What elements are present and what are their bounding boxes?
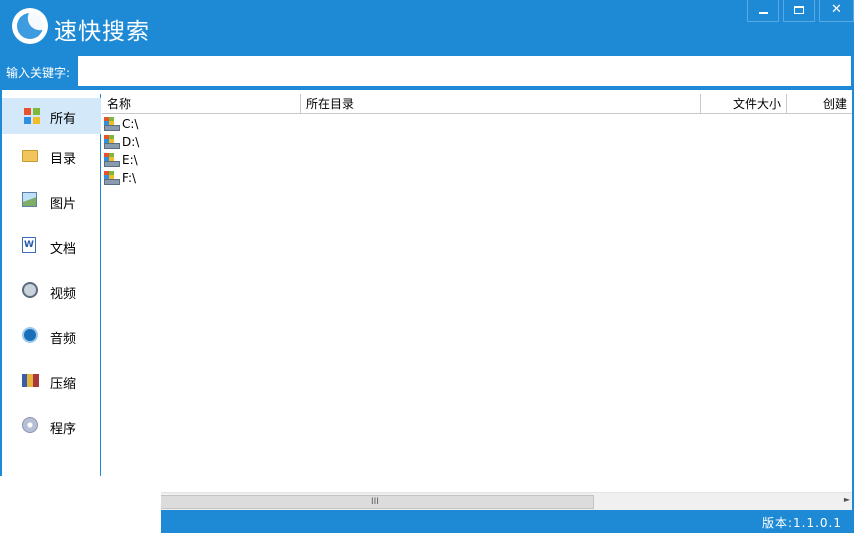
sidebar-item-videos[interactable]: 视频: [2, 273, 101, 309]
close-icon: ✕: [831, 2, 842, 17]
search-bar: 输入关键字:: [0, 54, 854, 90]
column-header-directory[interactable]: 所在目录: [301, 94, 701, 114]
search-input[interactable]: [78, 56, 851, 86]
document-icon-wrap: W: [22, 237, 40, 255]
sidebar-item-label: 图片: [50, 197, 77, 212]
minimize-button[interactable]: [747, 0, 779, 22]
drive-icon: [104, 135, 120, 149]
close-button[interactable]: ✕: [819, 0, 854, 22]
maximize-button[interactable]: [783, 0, 815, 22]
minimize-icon: [758, 12, 768, 14]
row-name: D:\: [122, 135, 140, 149]
maximize-icon: [794, 6, 804, 14]
sidebar-item-label: 程序: [50, 422, 77, 437]
video-icon: [22, 282, 38, 298]
drive-icon: [104, 153, 120, 167]
search-label: 输入关键字:: [6, 66, 71, 80]
column-header-created[interactable]: 创建: [787, 94, 852, 114]
column-header-row: 名称 所在目录 文件大小 创建: [102, 94, 852, 114]
title-bar: 速快搜索 ✕: [0, 0, 854, 54]
table-row[interactable]: C:\: [102, 115, 402, 133]
drive-icon: [104, 171, 120, 185]
version-label: 版本:1.1.0.1: [761, 516, 842, 530]
sidebar-item-label: 目录: [50, 152, 77, 167]
folder-icon: [22, 150, 38, 162]
scrollbar-thumb[interactable]: III: [158, 495, 594, 509]
program-icon: [22, 417, 38, 433]
archive-icon-wrap: [22, 372, 40, 390]
sidebar-item-label: 文档: [50, 242, 77, 257]
all-categories-icon: [22, 107, 40, 125]
sidebar-item-folders[interactable]: 目录: [2, 138, 101, 174]
sidebar-item-audio[interactable]: 音频: [2, 318, 101, 354]
drive-icon: [104, 117, 120, 131]
sidebar-item-label: 视频: [50, 287, 77, 302]
table-row[interactable]: D:\: [102, 133, 402, 151]
results-list: 名称 所在目录 文件大小 创建 C:\ D:\ E:\ F:\: [102, 94, 852, 492]
sidebar-item-documents[interactable]: W 文档: [2, 228, 101, 264]
status-bar: 版本:1.1.0.1: [161, 510, 854, 533]
row-name: E:\: [122, 153, 138, 167]
sidebar-item-archives[interactable]: 压缩: [2, 363, 101, 399]
folder-icon-wrap: [22, 147, 40, 165]
audio-icon-wrap: [22, 327, 40, 345]
scroll-right-arrow-icon[interactable]: ►: [844, 495, 850, 504]
sidebar-item-label: 所有: [50, 112, 77, 127]
sidebar-item-all[interactable]: 所有: [2, 98, 101, 134]
table-row[interactable]: E:\: [102, 151, 402, 169]
row-name: F:\: [122, 171, 137, 185]
video-icon-wrap: [22, 282, 40, 300]
program-icon-wrap: [22, 417, 40, 435]
row-name: C:\: [122, 117, 139, 131]
document-icon: W: [22, 237, 36, 253]
table-row[interactable]: F:\: [102, 169, 402, 187]
column-header-name[interactable]: 名称: [102, 94, 301, 114]
archive-icon: [22, 374, 39, 387]
image-icon: [22, 192, 37, 207]
sidebar-item-programs[interactable]: 程序: [2, 408, 101, 444]
column-header-size[interactable]: 文件大小: [701, 94, 787, 114]
image-icon-wrap: [22, 192, 40, 210]
category-sidebar: 所有 目录 图片 W 文档 视频 音频 压缩 程序: [2, 94, 101, 476]
sidebar-item-images[interactable]: 图片: [2, 183, 101, 219]
blank-corner-area: [0, 476, 161, 533]
scrollbar-grip-icon: III: [371, 497, 379, 507]
horizontal-scrollbar[interactable]: III ►: [102, 492, 852, 510]
audio-icon: [22, 327, 38, 343]
app-logo-icon: [12, 8, 48, 44]
app-title: 速快搜索: [54, 19, 150, 45]
sidebar-item-label: 压缩: [50, 377, 77, 392]
sidebar-item-label: 音频: [50, 332, 77, 347]
